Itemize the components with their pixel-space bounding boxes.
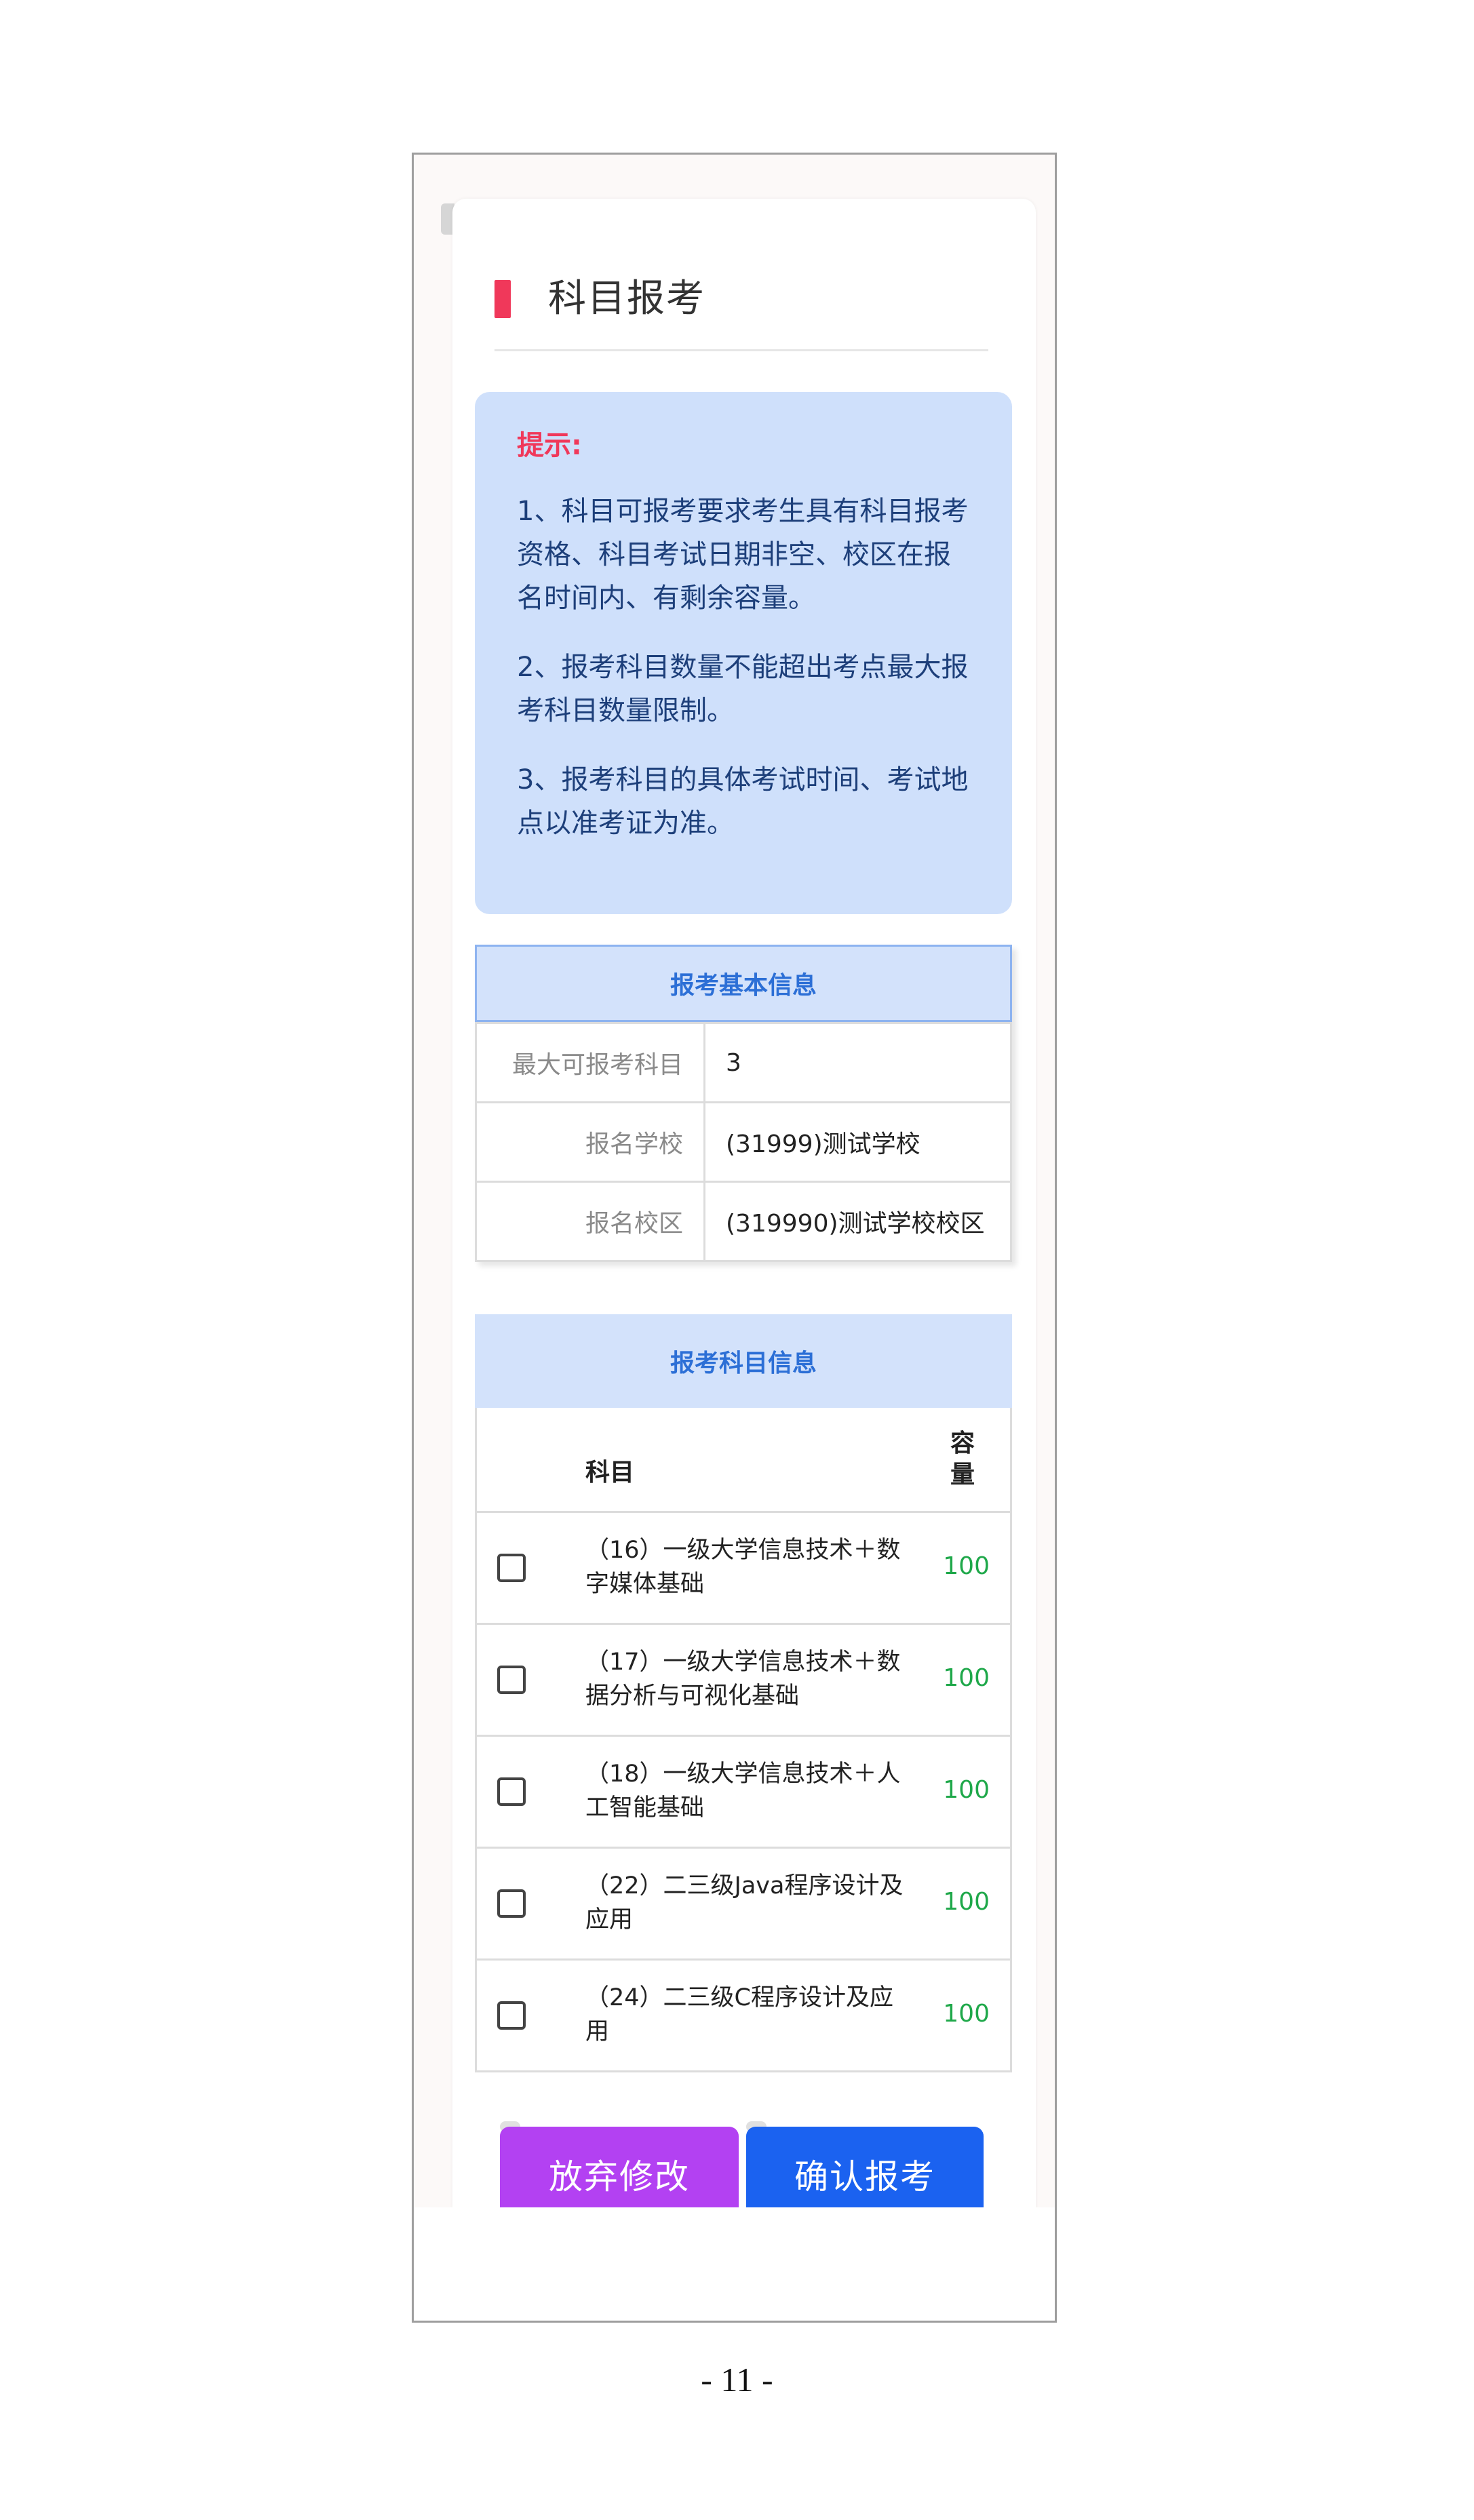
basic-info-table: 报考基本信息 最大可报考科目 3 报名学校 (31999)测试学校 报名校区 (…: [475, 945, 1012, 1262]
subject-registration-card: 科目报考 提示: 1、科目可报考要求考生具有科目报考资格、科目考试日期非空、校区…: [452, 199, 1036, 2210]
subject-capacity: 100: [943, 2000, 990, 2028]
subject-name: （17）一级大学信息技术＋数据分析与可视化基础: [585, 1649, 901, 1710]
subjects-column-header: 科目 容量: [477, 1408, 1010, 1513]
subject-name: （16）一级大学信息技术＋数字媒体基础: [585, 1537, 901, 1598]
info-label: 最大可报考科目: [477, 1024, 705, 1101]
column-header-capacity: 容量: [950, 1430, 975, 1489]
subject-name: （18）一级大学信息技术＋人工智能基础: [585, 1760, 901, 1822]
subjects-table: 报考科目信息 科目 容量 （16）一级大学信息技术＋数字媒体基础 100 （17…: [475, 1314, 1012, 2072]
info-value: 3: [726, 1048, 741, 1077]
basic-info-title: 报考基本信息: [475, 945, 1012, 1022]
subject-capacity: 100: [943, 1888, 990, 1916]
section-header: 科目报考: [494, 277, 988, 351]
table-row: （17）一级大学信息技术＋数据分析与可视化基础 100: [477, 1625, 1010, 1737]
info-value: (319990)测试学校校区: [726, 1210, 985, 1238]
table-row: （16）一级大学信息技术＋数字媒体基础 100: [477, 1513, 1010, 1625]
info-label: 报名学校: [477, 1103, 705, 1181]
subject-name: （22）二三级Java程序设计及应用: [585, 1872, 904, 1933]
info-row-campus: 报名校区 (319990)测试学校校区: [477, 1181, 1010, 1260]
header-accent-bar: [494, 280, 511, 318]
info-row-school: 报名学校 (31999)测试学校: [477, 1101, 1010, 1181]
info-row-max-subjects: 最大可报考科目 3: [477, 1022, 1010, 1101]
subject-capacity: 100: [943, 1664, 990, 1692]
tips-box: 提示: 1、科目可报考要求考生具有科目报考资格、科目考试日期非空、校区在报名时间…: [475, 392, 1012, 914]
subject-name: （24）二三级C程序设计及应用: [585, 1984, 893, 2045]
subject-checkbox[interactable]: [497, 1554, 526, 1582]
subject-checkbox[interactable]: [497, 2001, 526, 2030]
table-row: （18）一级大学信息技术＋人工智能基础 100: [477, 1737, 1010, 1849]
subject-checkbox[interactable]: [497, 1889, 526, 1918]
tip-item-2: 2、报考科目数量不能超出考点最大报考科目数量限制。: [517, 652, 969, 726]
subject-checkbox[interactable]: [497, 1777, 526, 1806]
table-row: （22）二三级Java程序设计及应用 100: [477, 1849, 1010, 1961]
phone-screenshot-frame: 科目报考 提示: 1、科目可报考要求考生具有科目报考资格、科目考试日期非空、校区…: [412, 153, 1057, 2323]
tip-item-3: 3、报考科目的具体考试时间、考试地点以准考证为准。: [517, 764, 969, 839]
subject-capacity: 100: [943, 1776, 990, 1804]
subject-capacity: 100: [943, 1552, 990, 1580]
subject-checkbox[interactable]: [497, 1666, 526, 1694]
tip-item-1: 1、科目可报考要求考生具有科目报考资格、科目考试日期非空、校区在报名时间内、有剩…: [517, 496, 969, 614]
table-row: （24）二三级C程序设计及应用 100: [477, 1961, 1010, 2070]
subjects-table-title: 报考科目信息: [475, 1314, 1012, 1408]
info-label: 报名校区: [477, 1183, 705, 1260]
page-title: 科目报考: [548, 277, 705, 321]
tips-title: 提示:: [517, 430, 582, 461]
page-number: - 11 -: [701, 2361, 773, 2399]
screen-bottom-area: [414, 2207, 1055, 2321]
info-value: (31999)测试学校: [726, 1130, 920, 1158]
column-header-subject: 科目: [585, 1459, 635, 1487]
